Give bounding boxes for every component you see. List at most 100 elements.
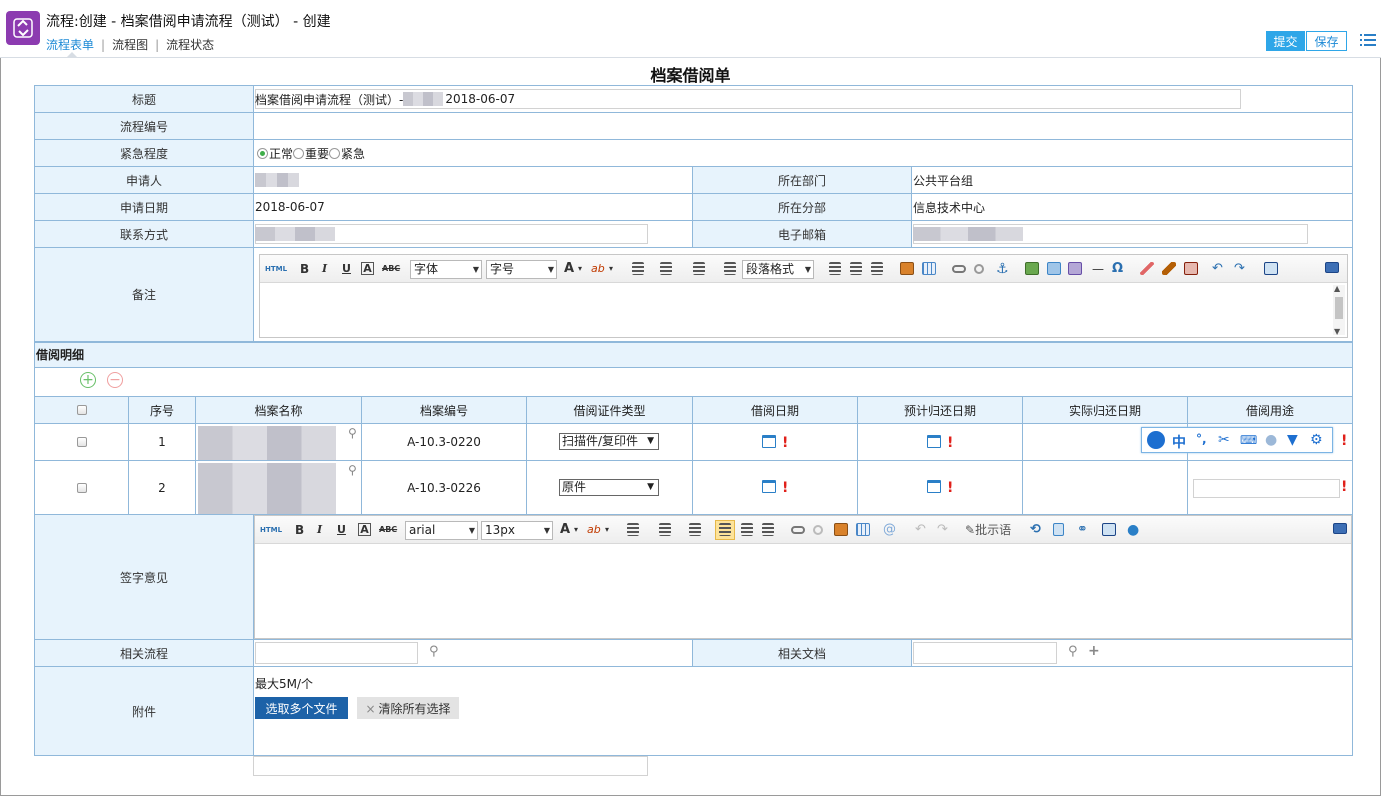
- doc-type-select[interactable]: 原件 ▼: [559, 479, 659, 496]
- textbox-icon[interactable]: A: [361, 262, 374, 275]
- add-icon[interactable]: +: [1088, 643, 1100, 659]
- ime-skin-icon[interactable]: ▼: [1287, 432, 1298, 448]
- font-size-select[interactable]: 字号 ▼: [486, 260, 557, 279]
- calendar-icon[interactable]: [927, 435, 941, 448]
- font-color-icon[interactable]: A: [564, 261, 574, 277]
- ime-scissors-icon[interactable]: ✂: [1218, 432, 1230, 448]
- urgency-option-urgent[interactable]: 紧急: [341, 145, 365, 162]
- search-icon[interactable]: ⚲: [429, 644, 439, 659]
- save-button[interactable]: 保存: [1306, 31, 1347, 51]
- calendar-icon[interactable]: [762, 480, 776, 493]
- image-icon[interactable]: [900, 262, 914, 275]
- workflow-link-icon[interactable]: ⟲: [1030, 522, 1041, 538]
- insert-image-icon[interactable]: [1025, 262, 1039, 275]
- highlight-color-icon[interactable]: ab: [587, 522, 601, 538]
- search-icon[interactable]: ⚲: [348, 426, 357, 440]
- urgency-radio-urgent[interactable]: [329, 147, 341, 159]
- tab-process-status[interactable]: 流程状态: [166, 38, 214, 52]
- document-icon[interactable]: [1053, 523, 1064, 536]
- scroll-down-icon[interactable]: ▼: [1334, 327, 1340, 336]
- font-color-icon[interactable]: A: [560, 522, 570, 538]
- undo-icon[interactable]: ↶: [1212, 261, 1223, 277]
- purpose-input[interactable]: [1193, 479, 1340, 498]
- dropdown-arrow-icon[interactable]: ▾: [605, 522, 609, 538]
- related-doc-input[interactable]: [913, 642, 1057, 664]
- indent-icon[interactable]: [724, 262, 736, 275]
- add-row-icon[interactable]: +: [80, 372, 96, 388]
- urgency-option-normal[interactable]: 正常: [269, 145, 293, 162]
- ordered-list-icon[interactable]: [632, 262, 644, 275]
- line-height-icon[interactable]: [693, 262, 705, 275]
- align-center-icon[interactable]: [741, 523, 753, 536]
- table-icon[interactable]: [922, 262, 936, 275]
- tab-process-form[interactable]: 流程表单: [46, 38, 94, 52]
- menu-list-icon[interactable]: [1360, 33, 1376, 47]
- strikethrough-icon[interactable]: ABC: [379, 522, 397, 538]
- ime-keyboard-icon[interactable]: ⌨: [1240, 433, 1257, 447]
- select-all-checkbox[interactable]: [76, 405, 87, 415]
- align-right-icon[interactable]: [762, 523, 774, 536]
- scroll-thumb[interactable]: [1335, 297, 1343, 319]
- html-source-icon[interactable]: HTML: [265, 261, 287, 277]
- table-icon[interactable]: [856, 523, 870, 536]
- dropdown-arrow-icon[interactable]: ▾: [609, 261, 613, 277]
- italic-icon[interactable]: I: [317, 522, 322, 538]
- italic-icon[interactable]: I: [322, 261, 327, 277]
- font-family-select[interactable]: arial ▼: [405, 521, 478, 540]
- redo-icon[interactable]: ↷: [937, 522, 948, 538]
- ordered-list-icon[interactable]: [627, 523, 639, 536]
- word-import-icon[interactable]: [1102, 523, 1116, 536]
- ime-avatar-icon[interactable]: [1147, 431, 1165, 449]
- indent-icon[interactable]: [689, 523, 701, 536]
- eraser-icon[interactable]: [1140, 262, 1154, 275]
- remark-scrollbar[interactable]: ▲ ▼: [1333, 284, 1345, 336]
- select-files-button[interactable]: 选取多个文件: [255, 697, 348, 719]
- font-size-select[interactable]: 13px ▼: [481, 521, 553, 540]
- dropdown-arrow-icon[interactable]: ▾: [574, 522, 578, 538]
- link-icon[interactable]: [791, 526, 805, 534]
- unlink-icon[interactable]: [813, 525, 823, 535]
- link-icon[interactable]: [952, 265, 966, 273]
- location-icon[interactable]: ●: [1127, 522, 1139, 538]
- undo-icon[interactable]: ↶: [915, 522, 926, 538]
- unlink-icon[interactable]: [974, 264, 984, 274]
- font-family-select[interactable]: 字体 ▼: [410, 260, 482, 279]
- horizontal-rule-icon[interactable]: —: [1092, 261, 1104, 277]
- urgency-radio-normal[interactable]: [257, 147, 268, 159]
- html-source-icon[interactable]: HTML: [260, 522, 282, 538]
- row-checkbox[interactable]: [76, 482, 87, 493]
- insert-media-icon[interactable]: [1047, 262, 1061, 275]
- insert-file-icon[interactable]: [1068, 262, 1082, 275]
- unordered-list-icon[interactable]: [659, 523, 671, 536]
- search-icon[interactable]: ⚲: [1068, 644, 1078, 659]
- remove-row-icon[interactable]: −: [107, 372, 123, 388]
- bold-icon[interactable]: B: [295, 522, 304, 538]
- paste-icon[interactable]: [1184, 262, 1198, 275]
- strikethrough-icon[interactable]: ABC: [382, 261, 400, 277]
- align-left-icon[interactable]: [719, 523, 731, 536]
- ime-punctuation-icon[interactable]: °,: [1196, 432, 1207, 446]
- mention-icon[interactable]: @: [883, 522, 896, 538]
- search-icon[interactable]: ⚲: [348, 463, 357, 477]
- unordered-list-icon[interactable]: [660, 262, 672, 275]
- row-checkbox[interactable]: [76, 437, 87, 447]
- tab-process-chart[interactable]: 流程图: [112, 38, 148, 52]
- underline-icon[interactable]: U: [342, 261, 351, 277]
- urgency-radio-important[interactable]: [293, 147, 305, 159]
- bold-icon[interactable]: B: [300, 261, 309, 277]
- align-left-icon[interactable]: [829, 262, 841, 275]
- paragraph-format-select[interactable]: 段落格式 ▼: [742, 260, 814, 279]
- scroll-up-icon[interactable]: ▲: [1334, 284, 1340, 293]
- clear-selection-button[interactable]: × 清除所有选择: [357, 697, 459, 719]
- fullscreen-icon[interactable]: [1325, 262, 1339, 273]
- attachment-icon[interactable]: ⚭: [1077, 522, 1088, 538]
- ime-settings-icon[interactable]: ⚙: [1310, 432, 1323, 448]
- align-right-icon[interactable]: [871, 262, 883, 275]
- anchor-icon[interactable]: ⚓: [996, 261, 1009, 277]
- align-center-icon[interactable]: [850, 262, 862, 275]
- ime-chinese-mode[interactable]: 中: [1172, 432, 1186, 452]
- word-import-icon[interactable]: [1264, 262, 1278, 275]
- redo-icon[interactable]: ↷: [1234, 261, 1245, 277]
- calendar-icon[interactable]: [927, 480, 941, 493]
- doc-type-select[interactable]: 扫描件/复印件 ▼: [559, 433, 659, 450]
